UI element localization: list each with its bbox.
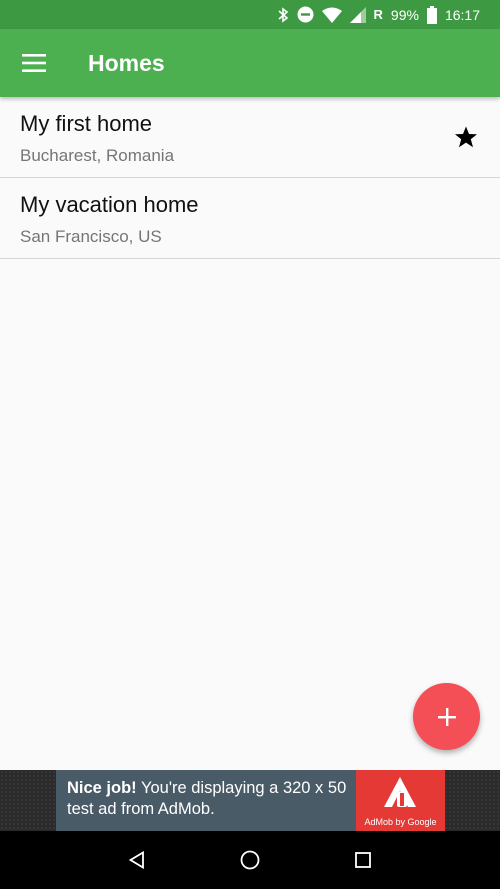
homes-list: My first home Bucharest, Romania My vaca…	[0, 97, 500, 259]
home-name: My first home	[20, 111, 153, 136]
ad-banner[interactable]: Nice job! You're displaying a 320 x 50 t…	[0, 770, 500, 831]
back-triangle-icon	[128, 851, 144, 869]
network-type-label: R	[373, 7, 383, 22]
home-location: San Francisco, US	[20, 227, 162, 246]
status-bar: R 99% 16:17	[0, 0, 500, 29]
recents-square-icon	[355, 852, 372, 868]
menu-button[interactable]	[0, 29, 68, 97]
home-location: Bucharest, Romania	[20, 146, 175, 165]
admob-logo-icon	[384, 777, 416, 807]
battery-icon	[426, 5, 437, 25]
list-item-home[interactable]: My first home Bucharest, Romania	[0, 97, 500, 178]
home-circle-icon	[240, 850, 260, 870]
list-item-home[interactable]: My vacation home San Francisco, US	[0, 178, 500, 259]
clock: 16:17	[444, 6, 480, 23]
page-title: Homes	[88, 49, 165, 76]
home-button[interactable]	[230, 840, 270, 880]
system-navigation-bar	[0, 831, 500, 889]
app-bar: Homes	[0, 29, 500, 97]
hamburger-menu-icon	[22, 54, 46, 72]
do-not-disturb-icon	[297, 5, 314, 25]
bluetooth-icon	[277, 5, 289, 25]
home-name: My vacation home	[20, 192, 199, 217]
wifi-icon	[321, 5, 342, 25]
recents-button[interactable]	[343, 840, 383, 880]
battery-percentage: 99%	[390, 6, 419, 23]
back-button[interactable]	[117, 840, 157, 880]
ad-content[interactable]: Nice job! You're displaying a 320 x 50 t…	[56, 770, 445, 831]
cell-signal-icon	[349, 5, 366, 25]
ad-text: Nice job! You're displaying a 320 x 50 t…	[56, 770, 356, 831]
add-icon	[437, 707, 456, 726]
admob-caption: AdMob by Google	[364, 817, 437, 827]
admob-logo: AdMob by Google	[356, 770, 445, 831]
ad-bold-text: Nice job!	[67, 779, 137, 797]
add-home-button[interactable]	[413, 683, 480, 750]
star-icon[interactable]	[454, 125, 478, 149]
